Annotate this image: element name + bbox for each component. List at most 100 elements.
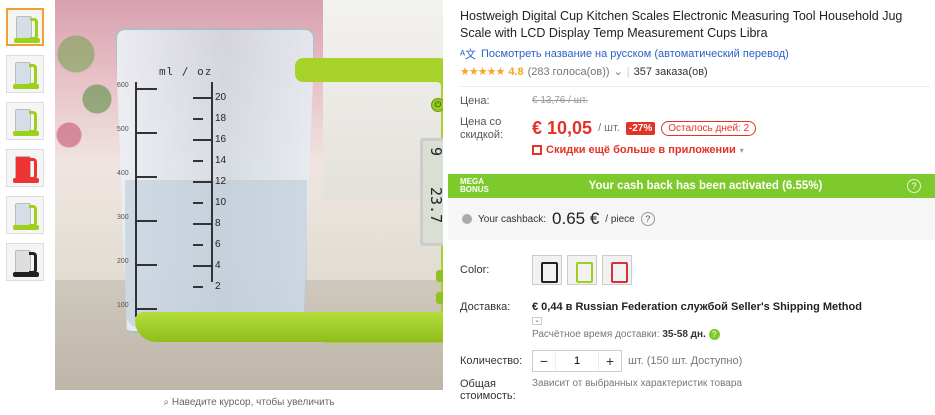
cashback-icon xyxy=(462,214,472,224)
color-swatches xyxy=(532,255,632,285)
total-row: Общая стоимость: Зависит от выбранных ха… xyxy=(460,378,930,402)
product-options: Color: Доставка: € 0,44 в Russian Federa… xyxy=(460,255,930,408)
scale-tick-right xyxy=(193,223,211,225)
total-value: Зависит от выбранных характеристик товар… xyxy=(532,378,742,390)
scale-tick-left xyxy=(135,176,157,178)
lcd-weight: 9 xyxy=(427,147,443,157)
scale-tick-left xyxy=(135,132,157,134)
quantity-label: Количество: xyxy=(460,355,523,368)
shipping-method: Seller's Shipping Method xyxy=(730,301,862,313)
mega-bonus-bar: MEGA BONUS Your cash back has been activ… xyxy=(448,174,935,198)
scale-number-right: 12 xyxy=(215,176,227,187)
thumbnail-5[interactable] xyxy=(6,196,44,234)
qr-code-icon xyxy=(532,145,542,155)
translate-link[interactable]: ᴬ文 Посмотреть название на русском (автом… xyxy=(460,46,930,62)
thumbnail-3[interactable] xyxy=(6,102,44,140)
cashback-activated-text: Your cash back has been activated (6.55%… xyxy=(588,180,823,192)
thumbnail-1[interactable] xyxy=(6,8,44,46)
scale-number-left: 300 xyxy=(117,214,129,221)
color-swatch-black[interactable] xyxy=(532,255,562,285)
quantity-input[interactable] xyxy=(555,351,599,372)
scale-number-right: 2 xyxy=(215,281,221,292)
scale-base xyxy=(135,312,443,342)
translate-icon: ᴬ文 xyxy=(460,49,476,61)
delivery-label: Расчётное время доставки: xyxy=(532,329,660,341)
app-promo-link[interactable]: Скидки ещё больше в приложении ▾ xyxy=(532,144,930,156)
main-product-image[interactable]: ml / oz ⏻ 9 23.7 20 18 16 14 12 10 8 6 4 2 600 500 4… xyxy=(55,0,443,390)
total-label: Общая стоимость: xyxy=(460,378,516,403)
scale-number-left: 100 xyxy=(117,302,129,309)
shipping-country: Russian Federation xyxy=(575,301,678,313)
scale-tick-right xyxy=(193,181,211,183)
scale-tick-right xyxy=(193,139,211,141)
product-info: Hostweigh Digital Cup Kitchen Scales Ele… xyxy=(460,8,930,156)
cashback-value: 0.65 € xyxy=(552,209,600,228)
chevron-down-icon[interactable]: ⌄ xyxy=(532,317,542,325)
new-price: € 10,05 xyxy=(532,117,593,138)
scale-tick-left xyxy=(135,308,157,310)
discount-price-row: € 10,05 / шт. -27% Осталось дней: 2 xyxy=(532,114,930,142)
zoom-hint: ⌕ Наведите курсор, чтобы увеличить xyxy=(163,397,335,408)
color-swatch-green[interactable] xyxy=(567,255,597,285)
help-icon[interactable]: ? xyxy=(907,179,921,193)
scale-number-right: 18 xyxy=(215,113,227,124)
thumbnail-6[interactable] xyxy=(6,243,44,281)
thumbnail-2[interactable] xyxy=(6,55,44,93)
color-row: Color: xyxy=(460,255,930,285)
badge-bottom: BONUS xyxy=(460,185,489,194)
scale-number-right: 14 xyxy=(215,155,227,166)
days-left-badge: Осталось дней: 2 xyxy=(661,120,757,136)
check-icon: ? xyxy=(708,329,720,340)
app-promo-text[interactable]: Скидки ещё больше в приложении xyxy=(546,144,736,156)
scale-tick-right xyxy=(193,97,211,99)
quantity-stepper: − + xyxy=(532,350,622,373)
tare-button-icon xyxy=(436,270,443,282)
scale-tick-right xyxy=(193,265,211,267)
scale-tick-left xyxy=(135,264,157,266)
votes-count[interactable]: (283 голоса(ов)) xyxy=(528,66,610,78)
scale-tick-left xyxy=(135,88,157,90)
delivery-estimate: Расчётное время доставки: 35-58 дн. ? xyxy=(532,329,862,340)
mega-bonus-badge: MEGA BONUS xyxy=(448,178,504,194)
shipping-label: Доставка: xyxy=(460,301,511,313)
shipping-in: в xyxy=(565,301,573,313)
shipping-price: € 0,44 xyxy=(532,301,563,313)
cashback-label: Your cashback: xyxy=(478,213,547,225)
price-block: Цена: € 13,76 / шт. Цена со скидкой: € 1… xyxy=(460,95,930,142)
scale-tick-right xyxy=(193,244,203,246)
translate-link-text[interactable]: Посмотреть название на русском (автомати… xyxy=(481,48,789,60)
cashback-unit: / piece xyxy=(605,213,635,225)
scale-number-right: 16 xyxy=(215,134,227,145)
scale-number-left: 600 xyxy=(117,82,129,89)
color-swatch-red[interactable] xyxy=(602,255,632,285)
orders-count: 357 заказа(ов) xyxy=(633,65,708,78)
shipping-row: Доставка: € 0,44 в Russian Federation сл… xyxy=(460,301,930,340)
decrease-button[interactable]: − xyxy=(533,353,555,369)
scale-line-left xyxy=(135,82,137,317)
price-label: Цена: xyxy=(460,95,490,107)
divider xyxy=(460,86,930,87)
scale-number-left: 400 xyxy=(117,170,129,177)
color-label: Color: xyxy=(460,264,490,276)
scale-number-right: 8 xyxy=(215,218,221,229)
zoom-hint-text: Наведите курсор, чтобы увеличить xyxy=(171,397,335,408)
price-unit: / шт. xyxy=(598,122,620,134)
help-icon[interactable]: ? xyxy=(640,212,655,226)
chevron-down-icon[interactable]: ▾ xyxy=(740,146,744,155)
lcd-temp: 23.7 xyxy=(427,187,443,224)
rating-row: ★★★★★ 4.8 (283 голоса(ов)) ⌄ | 357 заказ… xyxy=(460,65,930,79)
chevron-down-icon[interactable]: ⌄ xyxy=(614,65,623,78)
delivery-days: 35-58 дн. xyxy=(662,329,706,341)
discount-badge: -27% xyxy=(625,121,656,135)
thumbnail-list xyxy=(6,8,46,290)
discount-price-label: Цена со скидкой: xyxy=(460,116,504,141)
increase-button[interactable]: + xyxy=(599,353,621,369)
cashback-row: Your cashback: 0.65 € / piece ? xyxy=(448,198,935,240)
star-rating-icon: ★★★★★ xyxy=(460,66,505,78)
scale-tick-right xyxy=(193,202,203,204)
shipping-details[interactable]: € 0,44 в Russian Federation службой Sell… xyxy=(532,301,862,313)
thumbnail-4[interactable] xyxy=(6,149,44,187)
power-icon: ⏻ xyxy=(431,98,443,112)
scale-number-right: 6 xyxy=(215,239,221,250)
scale-tick-right xyxy=(193,286,203,288)
